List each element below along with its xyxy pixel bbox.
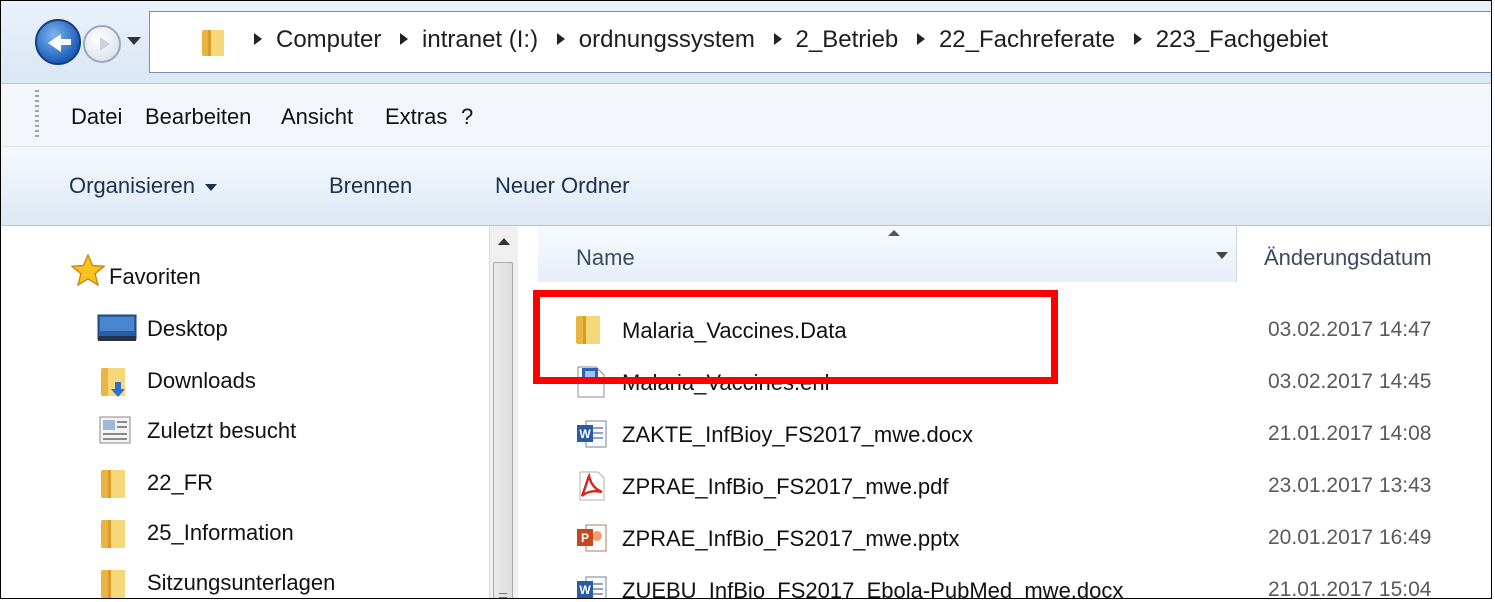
breadcrumb-item[interactable]: 223_Fachgebiet (1156, 26, 1328, 54)
breadcrumb-item[interactable]: ordnungssystem (579, 26, 755, 54)
scrollbar-thumb[interactable] (493, 262, 513, 598)
menu-bar: Datei Bearbeiten Ansicht Extras ? (1, 84, 1491, 147)
file-date: 03.02.2017 14:45 (1268, 370, 1432, 393)
powerpoint-icon: P (577, 524, 607, 552)
nav-folder-22-fr[interactable]: 22_FR (147, 470, 213, 496)
file-date: 23.01.2017 13:43 (1268, 474, 1432, 497)
breadcrumb-item[interactable]: intranet (I:) (422, 26, 538, 54)
breadcrumb-item[interactable]: 22_Fachreferate (939, 26, 1115, 54)
breadcrumb-arrow-icon[interactable] (773, 33, 782, 46)
nav-desktop[interactable]: Desktop (147, 316, 228, 342)
forward-button[interactable] (83, 25, 121, 63)
word-doc-icon: W (577, 420, 607, 448)
file-list: Name Änderungsdatum Malaria_Vaccines.Dat… (518, 226, 1491, 599)
column-header-name[interactable]: Name (538, 226, 1237, 282)
organize-button[interactable]: Organisieren (69, 173, 217, 199)
file-row[interactable]: P ZPRAE_InfBio_FS2017_mwe.pptx 20.01.201… (576, 514, 1476, 564)
breadcrumb-arrow-icon[interactable] (400, 33, 409, 46)
column-header-date[interactable]: Änderungsdatum (1264, 245, 1432, 271)
chevron-down-icon[interactable] (1216, 252, 1228, 259)
file-date: 21.01.2017 15:04 (1268, 578, 1432, 599)
toolbar-grip (35, 90, 39, 138)
menu-help[interactable]: ? (461, 104, 473, 130)
scroll-up-arrow-icon[interactable] (498, 238, 510, 245)
breadcrumb-arrow-icon[interactable] (254, 33, 262, 46)
recent-pages-dropdown[interactable] (127, 37, 141, 45)
column-header-name-label: Name (576, 245, 635, 270)
scroll-grip-icon (499, 593, 507, 598)
star-icon (71, 254, 105, 286)
file-name: ZPRAE_InfBio_FS2017_mwe.pptx (622, 526, 960, 551)
menu-extras[interactable]: Extras (385, 104, 447, 130)
breadcrumb-item[interactable]: Computer (276, 26, 381, 54)
breadcrumb-item[interactable]: 2_Betrieb (796, 26, 899, 54)
menu-ansicht[interactable]: Ansicht (281, 104, 353, 130)
burn-button[interactable]: Brennen (329, 173, 412, 199)
file-date: 21.01.2017 14:08 (1268, 422, 1432, 445)
svg-text:P: P (581, 531, 589, 545)
svg-text:W: W (579, 427, 591, 441)
column-headers: Name Änderungsdatum (538, 226, 1491, 284)
back-button[interactable] (35, 19, 81, 65)
nav-downloads[interactable]: Downloads (147, 368, 256, 394)
command-bar: Organisieren Brennen Neuer Ordner (1, 147, 1491, 226)
downloads-folder-icon (101, 368, 125, 397)
nav-recent-places[interactable]: Zuletzt besucht (147, 418, 296, 444)
file-name: ZAKTE_InfBioy_FS2017_mwe.docx (622, 422, 973, 447)
breadcrumb: Computer intranet (I:) ordnungssystem 2_… (242, 26, 1328, 54)
address-toolbar: Computer intranet (I:) ordnungssystem 2_… (1, 1, 1491, 84)
word-doc-icon: W (577, 576, 607, 598)
file-name: ZPRAE_InfBio_FS2017_mwe.pdf (622, 474, 949, 499)
desktop-icon (97, 314, 137, 341)
folder-icon (202, 30, 224, 56)
organize-label: Organisieren (69, 173, 195, 198)
breadcrumb-arrow-icon[interactable] (556, 33, 565, 46)
file-date: 20.01.2017 16:49 (1268, 526, 1432, 549)
file-row[interactable]: W ZAKTE_InfBioy_FS2017_mwe.docx 21.01.20… (576, 410, 1476, 460)
folder-icon (101, 520, 125, 548)
nav-folder-sitzungsunterlagen[interactable]: Sitzungsunterlagen (147, 570, 335, 596)
explorer-window: Computer intranet (I:) ordnungssystem 2_… (0, 0, 1492, 599)
pdf-icon (579, 471, 605, 501)
new-folder-button[interactable]: Neuer Ordner (495, 173, 630, 199)
file-date: 03.02.2017 14:47 (1268, 318, 1432, 341)
file-row[interactable]: W ZUEBU_InfBio_FS2017_Ebola-PubMed_mwe.d… (576, 566, 1476, 599)
recent-places-icon (99, 416, 131, 444)
nav-folder-25-information[interactable]: 25_Information (147, 520, 294, 546)
menu-bearbeiten[interactable]: Bearbeiten (145, 104, 251, 130)
menu-datei[interactable]: Datei (71, 104, 122, 130)
nav-favorites[interactable]: Favoriten (109, 264, 201, 290)
sort-ascending-icon (888, 230, 900, 236)
file-name: ZUEBU_InfBio_FS2017_Ebola-PubMed_mwe.doc… (622, 578, 1124, 599)
navigation-pane: Favoriten Desktop Downloads Zuletzt besu… (1, 226, 489, 598)
nav-pane-scrollbar[interactable] (489, 226, 519, 598)
breadcrumb-arrow-icon[interactable] (1133, 33, 1142, 46)
svg-text:W: W (579, 583, 591, 597)
folder-icon (101, 470, 125, 498)
highlight-annotation-box (533, 290, 1058, 384)
breadcrumb-arrow-icon[interactable] (916, 33, 925, 46)
chevron-down-icon (204, 183, 217, 191)
address-bar[interactable]: Computer intranet (I:) ordnungssystem 2_… (149, 11, 1491, 73)
folder-icon (101, 570, 125, 598)
file-row[interactable]: ZPRAE_InfBio_FS2017_mwe.pdf 23.01.2017 1… (576, 462, 1476, 512)
